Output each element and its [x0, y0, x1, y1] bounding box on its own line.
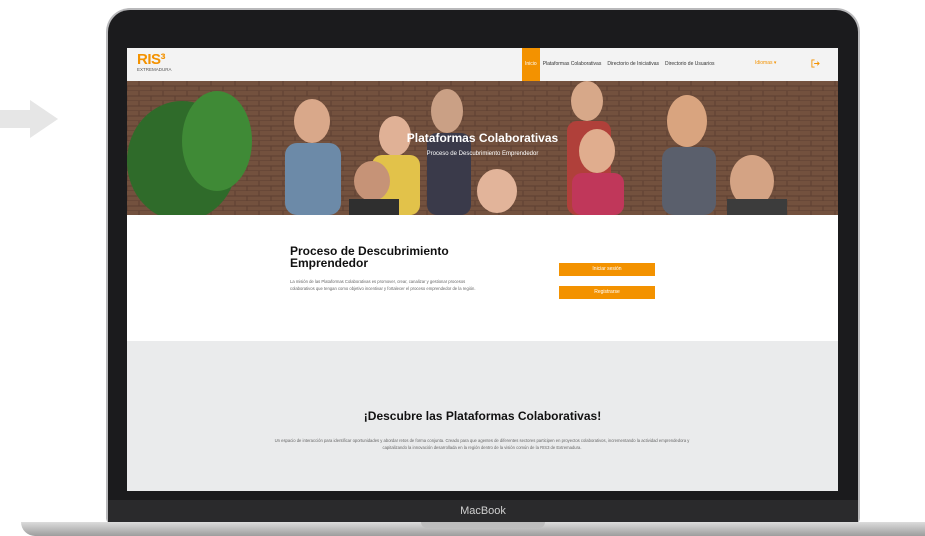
register-button[interactable]: Registrarse — [559, 286, 655, 299]
nav-item-plataformas[interactable]: Plataformas Colaborativas — [540, 48, 605, 81]
hero-photo — [127, 81, 838, 215]
login-button[interactable]: Iniciar sesión — [559, 263, 655, 276]
nav-item-usuarios[interactable]: Directorio de Usuarios — [662, 48, 717, 81]
language-dropdown[interactable]: Idiomas ▾ — [755, 60, 776, 66]
main-menu: Inicio Plataformas Colaborativas Directo… — [522, 48, 717, 81]
discover-text: Un espacio de interacción para identific… — [274, 438, 690, 450]
navbar: RIS³ EXTREMADURA Inicio Plataformas Cola… — [127, 48, 838, 81]
laptop-base — [21, 522, 925, 536]
laptop-mockup: RIS³ EXTREMADURA Inicio Plataformas Cola… — [21, 10, 925, 536]
intro-title: Proceso de Descubrimiento Emprendedor — [290, 244, 449, 270]
ris3-logo[interactable]: RIS³ EXTREMADURA — [137, 52, 185, 78]
laptop-chin: MacBook — [108, 500, 858, 522]
hero-title: Plataformas Colaborativas — [406, 131, 559, 145]
discover-title: ¡Descubre las Plataformas Colaborativas! — [363, 409, 602, 423]
nav-item-inicio[interactable]: Inicio — [522, 48, 540, 81]
nav-item-iniciativas[interactable]: Directorio de Iniciativas — [604, 48, 662, 81]
logo-subtitle: EXTREMADURA — [137, 67, 172, 72]
website-screen: RIS³ EXTREMADURA Inicio Plataformas Cola… — [127, 48, 838, 491]
discover-section: ¡Descubre las Plataformas Colaborativas!… — [127, 341, 838, 491]
hero-banner: Plataformas Colaborativas Proceso de Des… — [127, 81, 838, 215]
intro-text: La misión de las Plataformas Colaborativ… — [290, 279, 476, 291]
logo-text: RIS³ — [137, 51, 166, 68]
intro-section: Proceso de Descubrimiento Emprendedor La… — [127, 215, 838, 341]
arrow-decoration — [0, 100, 58, 138]
hero-subtitle: Proceso de Descubrimiento Emprendedor — [426, 151, 539, 157]
device-label: MacBook — [460, 505, 506, 517]
login-icon[interactable] — [811, 59, 820, 68]
laptop-notch — [421, 522, 545, 528]
